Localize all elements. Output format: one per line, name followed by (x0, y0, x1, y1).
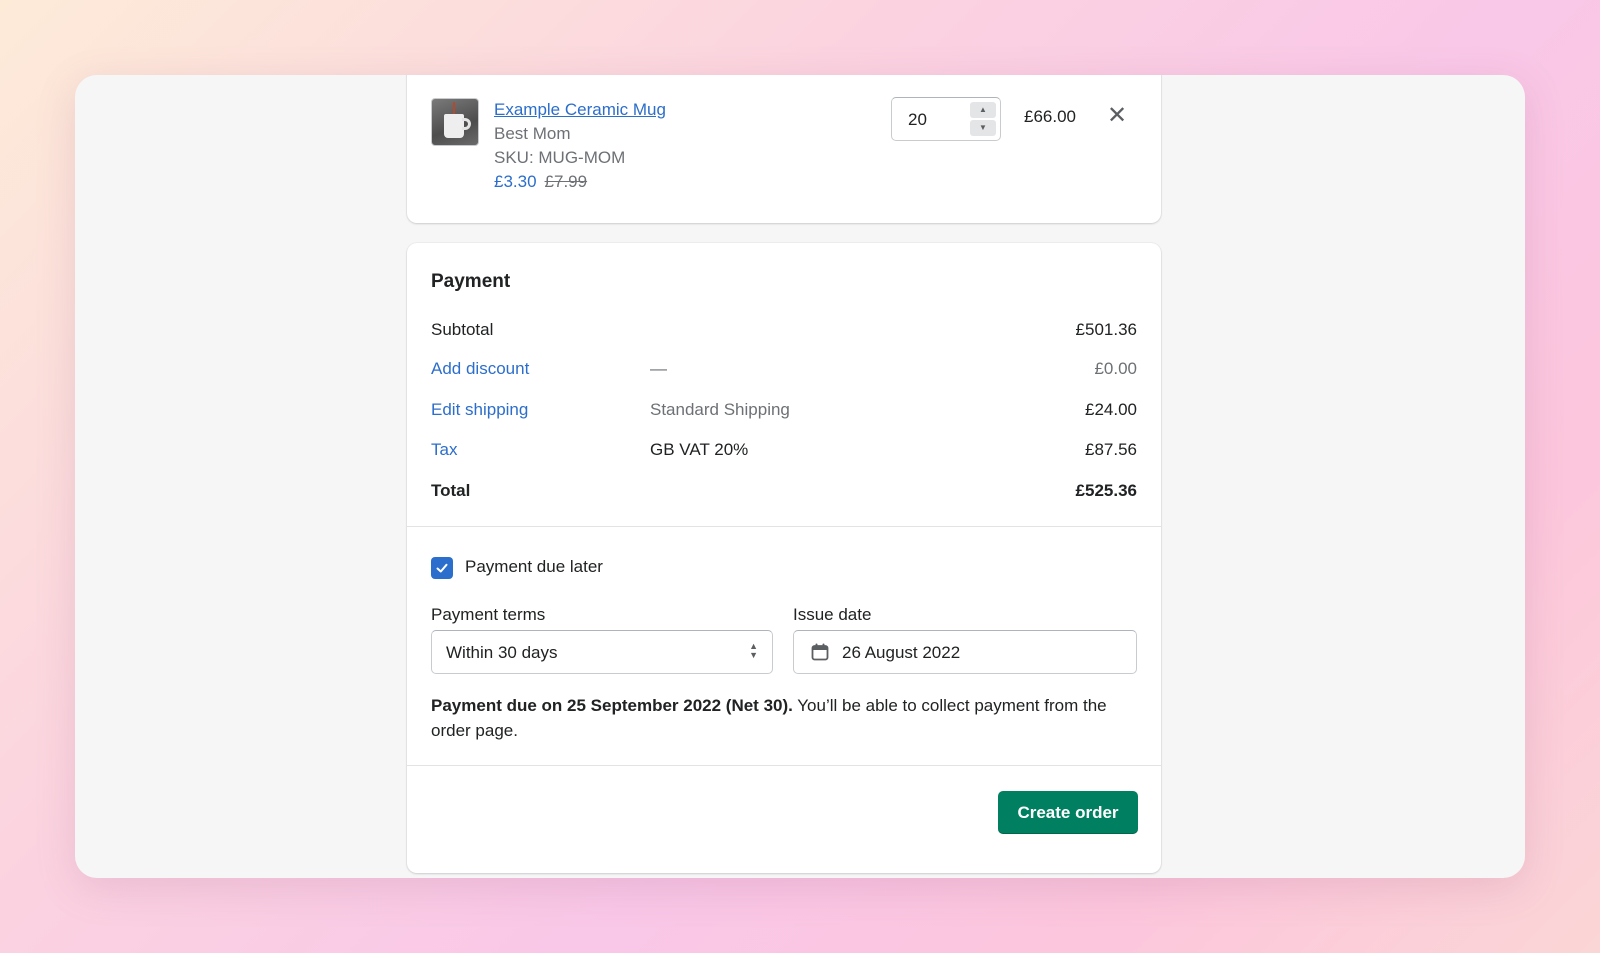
discount-row: Add discount — £0.00 (431, 359, 1137, 383)
price-line: £3.30 £7.99 (494, 170, 666, 194)
quantity-increment-button[interactable]: ▲ (970, 102, 996, 118)
subtotal-row: Subtotal £501.36 (431, 320, 1137, 344)
tax-link[interactable]: Tax (431, 440, 457, 460)
discounted-price: £3.30 (494, 172, 537, 191)
line-item-total: £66.00 (1024, 107, 1076, 126)
app-window: Example Ceramic Mug Best Mom SKU: MUG-MO… (75, 75, 1525, 878)
discount-amount: £0.00 (1094, 359, 1137, 378)
close-icon[interactable]: ✕ (1107, 101, 1127, 130)
tax-row: Tax GB VAT 20% £87.56 (431, 440, 1137, 464)
issue-date-field[interactable]: 26 August 2022 (793, 630, 1137, 674)
shipping-amount: £24.00 (1085, 400, 1137, 419)
product-thumbnail (431, 98, 479, 146)
footer-divider (407, 765, 1161, 766)
create-order-button[interactable]: Create order (998, 791, 1138, 834)
product-title-link[interactable]: Example Ceramic Mug (494, 98, 666, 122)
quantity-decrement-button[interactable]: ▼ (970, 120, 996, 136)
edit-shipping-link[interactable]: Edit shipping (431, 400, 528, 420)
select-arrows-icon: ▲ ▼ (749, 641, 758, 660)
line-item-card: Example Ceramic Mug Best Mom SKU: MUG-MO… (407, 75, 1161, 223)
payment-due-later-checkbox[interactable] (431, 557, 453, 579)
quantity-input[interactable]: 20 ▲ ▼ (891, 97, 1001, 141)
payment-due-later-label[interactable]: Payment due later (465, 557, 603, 577)
issue-date-label: Issue date (793, 605, 872, 624)
discount-detail: — (650, 359, 667, 378)
subtotal-label: Subtotal (431, 320, 494, 339)
subtotal-amount: £501.36 (1075, 320, 1137, 339)
issue-date-value: 26 August 2022 (842, 643, 961, 662)
payment-due-note-bold: Payment due on 25 September 2022 (Net 30… (431, 696, 793, 715)
total-row: Total £525.36 (431, 481, 1137, 505)
total-label: Total (431, 481, 471, 500)
payment-title: Payment (431, 271, 511, 292)
line-item-details: Example Ceramic Mug Best Mom SKU: MUG-MO… (494, 98, 666, 194)
checkmark-icon (436, 563, 448, 573)
add-discount-link[interactable]: Add discount (431, 359, 529, 379)
tax-rate: GB VAT 20% (650, 440, 749, 459)
shipping-method: Standard Shipping (650, 400, 790, 419)
product-variant: Best Mom (494, 124, 571, 143)
payment-terms-value: Within 30 days (446, 643, 558, 662)
product-sku: SKU: MUG-MOM (494, 148, 626, 167)
payment-due-note: Payment due on 25 September 2022 (Net 30… (431, 693, 1131, 743)
original-price: £7.99 (544, 172, 588, 191)
payment-terms-select[interactable]: Within 30 days ▲ ▼ (431, 630, 773, 674)
payment-card: Payment Subtotal £501.36 Add discount — … (407, 243, 1161, 873)
section-divider (407, 526, 1161, 527)
payment-terms-label: Payment terms (431, 605, 546, 624)
total-amount: £525.36 (1075, 481, 1137, 500)
calendar-icon (811, 643, 829, 661)
tax-amount: £87.56 (1085, 440, 1137, 459)
quantity-value[interactable]: 20 (908, 110, 927, 130)
shipping-row: Edit shipping Standard Shipping £24.00 (431, 400, 1137, 424)
